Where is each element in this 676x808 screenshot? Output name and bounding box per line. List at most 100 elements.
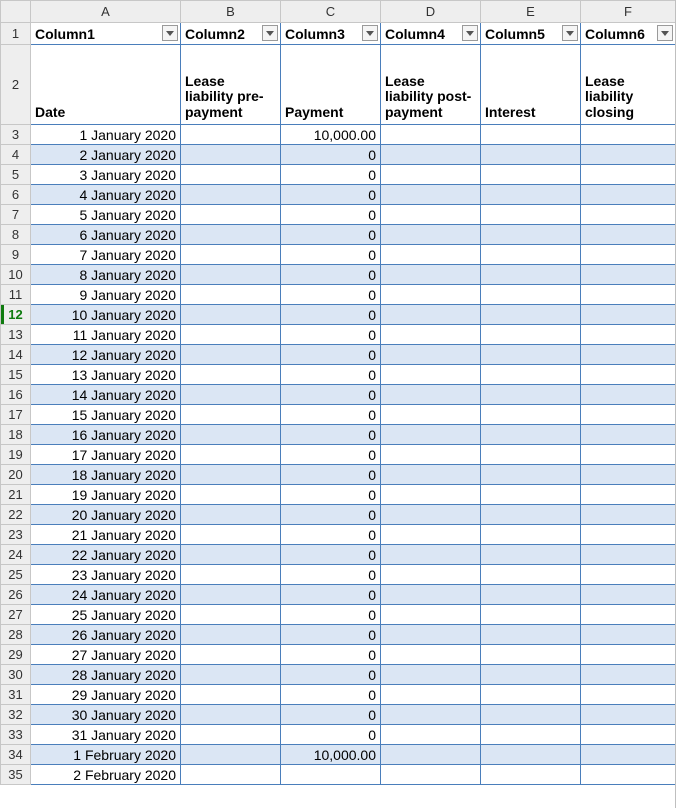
cell[interactable] <box>481 345 581 365</box>
cell[interactable] <box>581 705 676 725</box>
cell[interactable] <box>181 305 281 325</box>
cell[interactable] <box>381 405 481 425</box>
cell[interactable] <box>481 225 581 245</box>
col-header-E[interactable]: E <box>481 1 581 23</box>
row-header-9[interactable]: 9 <box>1 245 31 265</box>
cell[interactable] <box>381 725 481 745</box>
cell[interactable] <box>581 225 676 245</box>
cell[interactable]: 5 January 2020 <box>31 205 181 225</box>
cell[interactable]: 0 <box>281 405 381 425</box>
row-header-25[interactable]: 25 <box>1 565 31 585</box>
cell[interactable]: 10 January 2020 <box>31 305 181 325</box>
row-header-35[interactable]: 35 <box>1 765 31 785</box>
row-header-1[interactable]: 1 <box>1 23 31 45</box>
cell[interactable] <box>381 485 481 505</box>
cell[interactable] <box>381 765 481 785</box>
row-header-11[interactable]: 11 <box>1 285 31 305</box>
cell[interactable] <box>581 145 676 165</box>
cell[interactable] <box>381 305 481 325</box>
cell[interactable] <box>481 525 581 545</box>
cell[interactable] <box>381 385 481 405</box>
cell[interactable] <box>181 185 281 205</box>
cell[interactable] <box>481 185 581 205</box>
row-header-30[interactable]: 30 <box>1 665 31 685</box>
cell[interactable]: 0 <box>281 505 381 525</box>
table-subheader-cell[interactable]: Date <box>31 45 181 125</box>
row-header-28[interactable]: 28 <box>1 625 31 645</box>
cell[interactable] <box>481 405 581 425</box>
row-header-17[interactable]: 17 <box>1 405 31 425</box>
cell[interactable]: 0 <box>281 665 381 685</box>
table-header-cell[interactable]: Column5 <box>481 23 581 45</box>
cell[interactable] <box>181 685 281 705</box>
cell[interactable] <box>481 705 581 725</box>
row-header-29[interactable]: 29 <box>1 645 31 665</box>
cell[interactable] <box>581 605 676 625</box>
filter-dropdown-icon[interactable] <box>162 25 178 41</box>
row-header-24[interactable]: 24 <box>1 545 31 565</box>
cell[interactable]: 0 <box>281 285 381 305</box>
cell[interactable]: 15 January 2020 <box>31 405 181 425</box>
cell[interactable] <box>181 465 281 485</box>
cell[interactable]: 11 January 2020 <box>31 325 181 345</box>
cell[interactable]: 24 January 2020 <box>31 585 181 605</box>
cell[interactable] <box>181 165 281 185</box>
cell[interactable] <box>181 645 281 665</box>
cell[interactable] <box>181 505 281 525</box>
cell[interactable]: 2 January 2020 <box>31 145 181 165</box>
col-header-C[interactable]: C <box>281 1 381 23</box>
cell[interactable]: 0 <box>281 185 381 205</box>
row-header-16[interactable]: 16 <box>1 385 31 405</box>
cell[interactable] <box>181 365 281 385</box>
row-header-10[interactable]: 10 <box>1 265 31 285</box>
cell[interactable] <box>181 705 281 725</box>
filter-dropdown-icon[interactable] <box>657 25 673 41</box>
cell[interactable] <box>581 205 676 225</box>
cell[interactable] <box>381 125 481 145</box>
cell[interactable]: 0 <box>281 645 381 665</box>
cell[interactable] <box>481 485 581 505</box>
row-header-13[interactable]: 13 <box>1 325 31 345</box>
row-header-14[interactable]: 14 <box>1 345 31 365</box>
table-subheader-cell[interactable]: Lease liability post-payment <box>381 45 481 125</box>
cell[interactable] <box>381 705 481 725</box>
row-header-12[interactable]: 12 <box>1 305 31 325</box>
cell[interactable]: 1 February 2020 <box>31 745 181 765</box>
cell[interactable]: 0 <box>281 145 381 165</box>
cell[interactable]: 13 January 2020 <box>31 365 181 385</box>
cell[interactable] <box>581 405 676 425</box>
cell[interactable]: 26 January 2020 <box>31 625 181 645</box>
cell[interactable]: 17 January 2020 <box>31 445 181 465</box>
cell[interactable] <box>181 765 281 785</box>
row-header-18[interactable]: 18 <box>1 425 31 445</box>
cell[interactable]: 0 <box>281 565 381 585</box>
cell[interactable] <box>581 325 676 345</box>
cell[interactable]: 21 January 2020 <box>31 525 181 545</box>
cell[interactable] <box>481 685 581 705</box>
cell[interactable]: 8 January 2020 <box>31 265 181 285</box>
filter-dropdown-icon[interactable] <box>362 25 378 41</box>
cell[interactable] <box>181 125 281 145</box>
cell[interactable] <box>381 685 481 705</box>
cell[interactable]: 28 January 2020 <box>31 665 181 685</box>
cell[interactable]: 0 <box>281 685 381 705</box>
cell[interactable]: 0 <box>281 325 381 345</box>
cell[interactable] <box>581 165 676 185</box>
cell[interactable]: 1 January 2020 <box>31 125 181 145</box>
cell[interactable] <box>481 385 581 405</box>
cell[interactable] <box>381 185 481 205</box>
row-header-6[interactable]: 6 <box>1 185 31 205</box>
cell[interactable] <box>581 505 676 525</box>
cell[interactable] <box>381 205 481 225</box>
cell[interactable] <box>581 465 676 485</box>
cell[interactable] <box>181 425 281 445</box>
cell[interactable] <box>581 585 676 605</box>
select-all-corner[interactable] <box>1 1 31 23</box>
cell[interactable] <box>581 425 676 445</box>
cell[interactable] <box>481 745 581 765</box>
cell[interactable]: 0 <box>281 525 381 545</box>
cell[interactable] <box>481 365 581 385</box>
cell[interactable] <box>381 225 481 245</box>
spreadsheet[interactable]: A B C D E F 1 Column1Column2Column3Colum… <box>0 0 676 808</box>
row-header-8[interactable]: 8 <box>1 225 31 245</box>
